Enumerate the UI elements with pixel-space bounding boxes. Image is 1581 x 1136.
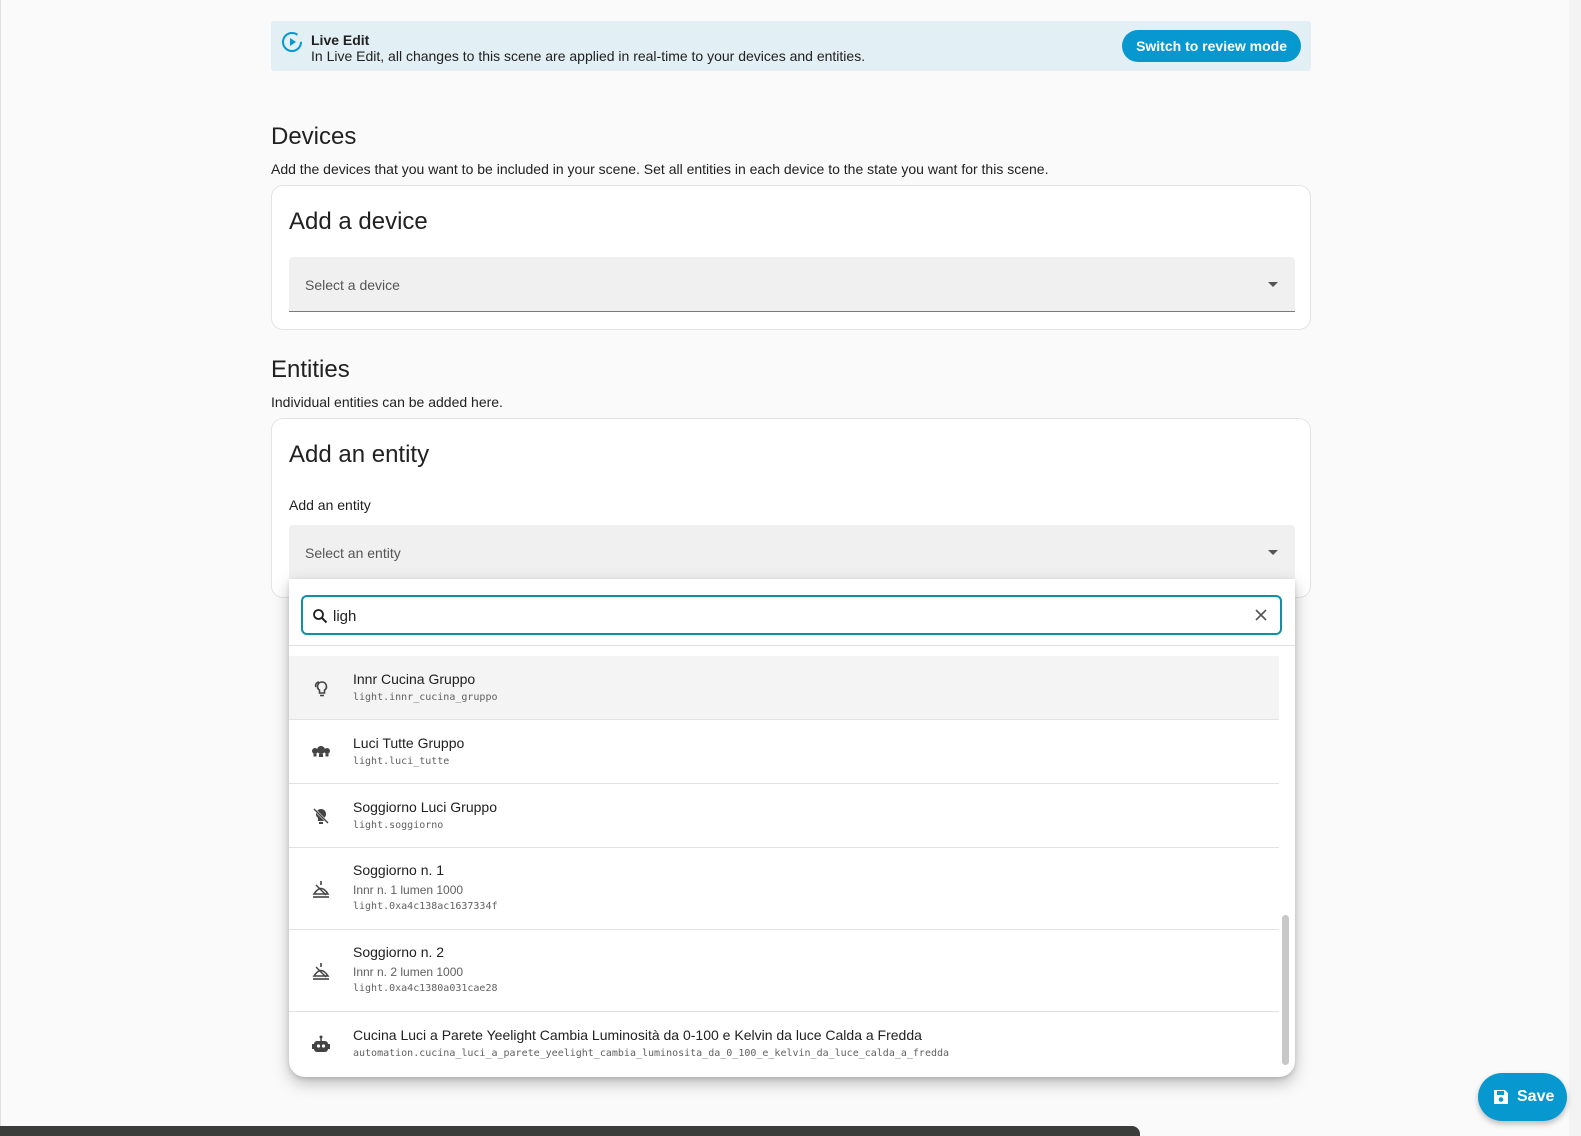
entity-dropdown: Innr Cucina Gruppo light.innr_cucina_gru…	[289, 579, 1295, 1077]
entity-id: light.innr_cucina_gruppo	[353, 692, 498, 703]
chevron-down-icon	[1268, 550, 1278, 555]
entity-result-list: Innr Cucina Gruppo light.innr_cucina_gru…	[289, 656, 1279, 1076]
banner-title: Live Edit	[311, 32, 370, 48]
lightbulb-off-icon	[313, 808, 329, 824]
entity-device: Innr n. 1 lumen 1000	[353, 883, 464, 897]
entity-id: automation.cucina_luci_a_parete_yeelight…	[353, 1048, 950, 1059]
entity-search-box	[301, 595, 1282, 635]
entity-name: Luci Tutte Gruppo	[353, 735, 465, 751]
entity-select-placeholder: Select an entity	[305, 545, 401, 561]
search-divider	[289, 645, 1295, 646]
dropdown-scrollbar[interactable]	[1282, 915, 1289, 1065]
save-button[interactable]: Save	[1478, 1073, 1567, 1121]
entities-description: Individual entities can be added here.	[271, 394, 503, 410]
add-device-card: Add a device Select a device	[271, 185, 1311, 330]
search-icon	[313, 609, 328, 624]
entity-id: light.luci_tutte	[353, 756, 450, 767]
banner-text: In Live Edit, all changes to this scene …	[311, 48, 866, 64]
entity-name: Innr Cucina Gruppo	[353, 671, 476, 687]
entity-select[interactable]: Select an entity	[289, 525, 1295, 580]
floppy-icon	[1494, 1090, 1508, 1104]
chevron-down-icon	[1268, 282, 1278, 287]
devices-title: Devices	[271, 123, 357, 150]
page-left-border	[0, 0, 1, 1136]
list-item[interactable]: Cucina Luci a Parete Yeelight Cambia Lum…	[289, 1012, 1279, 1076]
add-entity-label: Add an entity	[289, 497, 371, 513]
entity-device: Innr n. 2 lumen 1000	[353, 965, 464, 979]
ceiling-light-icon	[312, 881, 330, 898]
entity-id: light.soggiorno	[353, 820, 444, 831]
add-entity-card: Add an entity Add an entity Select an en…	[271, 418, 1311, 598]
switch-to-review-mode-button[interactable]: Switch to review mode	[1122, 30, 1301, 62]
taskbar	[0, 1126, 1140, 1136]
list-item[interactable]: Soggiorno n. 2 Innr n. 2 lumen 1000 ligh…	[289, 930, 1279, 1012]
entity-name: Soggiorno n. 1	[353, 862, 445, 878]
list-item[interactable]: Innr Cucina Gruppo light.innr_cucina_gru…	[289, 656, 1279, 720]
entity-name: Cucina Luci a Parete Yeelight Cambia Lum…	[353, 1027, 922, 1043]
devices-description: Add the devices that you want to be incl…	[271, 161, 1049, 177]
entities-title: Entities	[271, 356, 350, 383]
add-entity-title: Add an entity	[289, 441, 430, 468]
ceiling-light-icon	[312, 963, 330, 980]
device-select[interactable]: Select a device	[289, 257, 1295, 312]
entity-search-input[interactable]	[333, 606, 1233, 626]
right-gutter	[1569, 0, 1581, 1136]
lightbulb-group-icon	[314, 681, 328, 697]
entity-name: Soggiorno Luci Gruppo	[353, 799, 497, 815]
save-label: Save	[1517, 1088, 1555, 1105]
list-item[interactable]: Soggiorno Luci Gruppo light.soggiorno	[289, 784, 1279, 848]
entity-id: light.0xa4c138ac1637334f	[353, 901, 498, 912]
add-device-title: Add a device	[289, 208, 428, 235]
play-circle-icon	[282, 32, 302, 52]
list-item[interactable]: Soggiorno n. 1 Innr n. 1 lumen 1000 ligh…	[289, 848, 1279, 930]
close-icon[interactable]	[1254, 608, 1268, 622]
entity-id: light.0xa4c1380a031cae28	[353, 983, 498, 994]
robot-icon	[312, 1035, 330, 1052]
device-select-placeholder: Select a device	[305, 277, 400, 293]
live-edit-banner: Live Edit In Live Edit, all changes to t…	[271, 21, 1311, 71]
lightbulb-multiple-icon	[312, 746, 330, 757]
entity-name: Soggiorno n. 2	[353, 944, 445, 960]
list-item[interactable]: Luci Tutte Gruppo light.luci_tutte	[289, 720, 1279, 784]
